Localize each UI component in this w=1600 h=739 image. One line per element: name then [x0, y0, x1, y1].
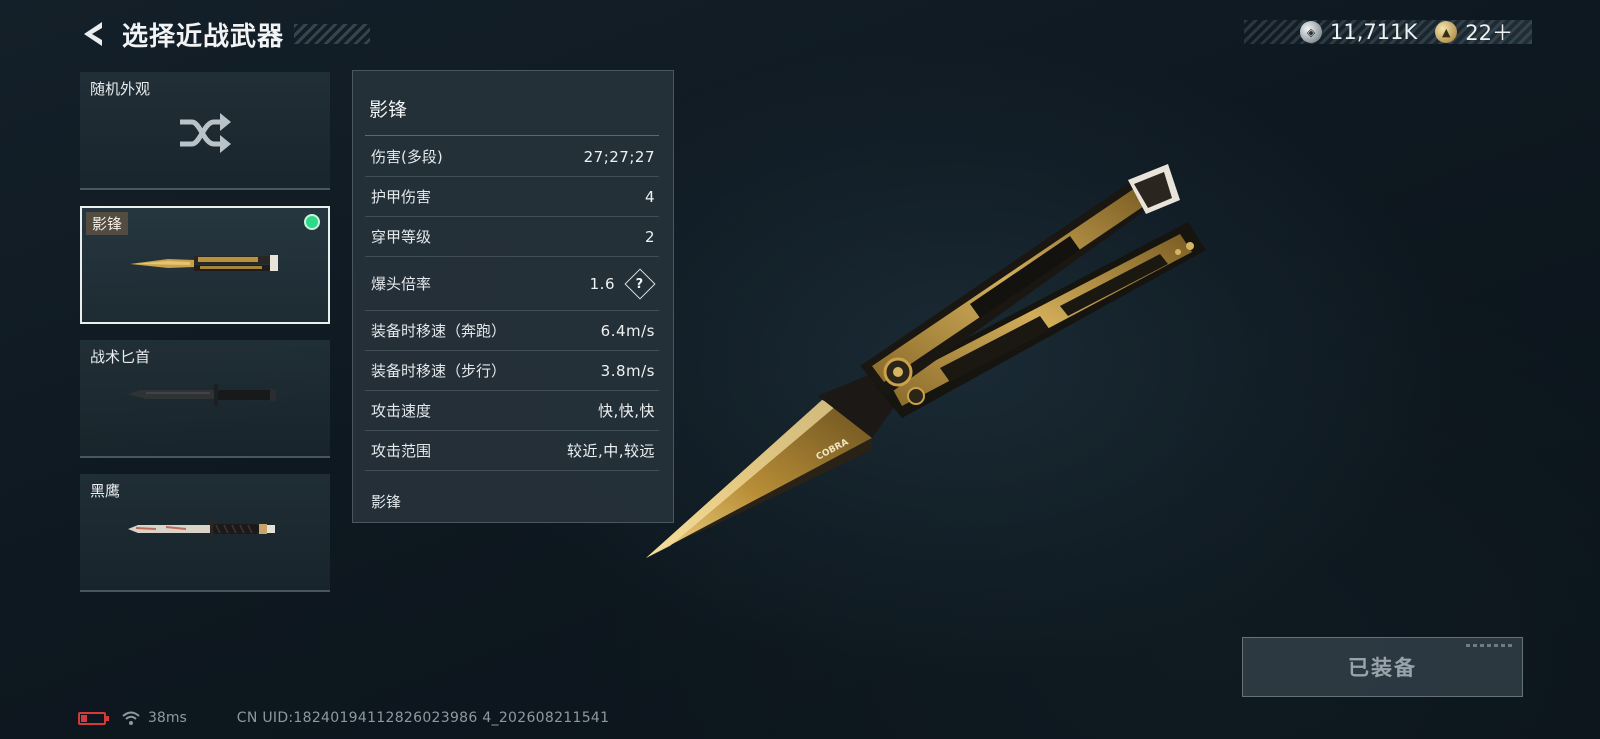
battery-low-icon	[78, 711, 109, 725]
weapon-card-tactical-dagger[interactable]: 战术匕首	[80, 340, 330, 458]
stat-label: 护甲伤害	[371, 188, 432, 206]
header: 选择近战武器	[78, 14, 371, 54]
weapon-skin-name: 影锋	[371, 493, 402, 511]
weapon-stats-panel: 影锋 伤害(多段) 27;27;27 护甲伤害 4 穿甲等级 2 爆头倍率 1.…	[352, 70, 674, 523]
stat-value: 1.6	[589, 274, 615, 293]
stat-row-walk-speed: 装备时移速（步行） 3.8m/s	[365, 351, 659, 391]
weapon-card-label: 随机外观	[90, 80, 151, 98]
weapon-card-label: 黑鹰	[90, 482, 121, 500]
stat-label: 装备时移速（步行）	[371, 362, 507, 380]
weapon-card-shadow-blade[interactable]: 影锋	[80, 206, 330, 324]
weapon-card-label: 影锋	[86, 212, 129, 235]
weapon-card-label: 战术匕首	[90, 348, 151, 366]
title-decoration	[294, 24, 371, 44]
shuffle-icon	[180, 113, 231, 153]
stat-label: 攻击范围	[371, 442, 432, 460]
stat-row-attack-range: 攻击范围 较近,中,较远	[365, 431, 659, 471]
silver-coin-icon: ◈	[1300, 21, 1322, 43]
stat-row-damage: 伤害(多段) 27;27;27	[365, 137, 659, 177]
stat-row-headshot: 爆头倍率 1.6 ?	[365, 257, 659, 311]
stat-row-penetration: 穿甲等级 2	[365, 217, 659, 257]
equipped-button-label: 已装备	[1348, 656, 1417, 680]
wifi-icon	[122, 711, 140, 725]
butterfly-knife-preview-icon: COBRA	[646, 164, 1206, 558]
user-uid: CN UID:18240194112826023986 4_2026082115…	[236, 710, 610, 726]
stat-row-attack-speed: 攻击速度 快,快,快	[365, 391, 659, 431]
gold-currency[interactable]: ▲ 22＋	[1435, 17, 1513, 47]
silver-currency-value: 11,711K	[1330, 20, 1418, 44]
back-button[interactable]	[78, 19, 108, 49]
ping-value: 38ms	[148, 710, 187, 726]
weapon-name: 影锋	[369, 99, 408, 121]
stat-row-run-speed: 装备时移速（奔跑） 6.4m/s	[365, 311, 659, 351]
gold-coin-icon: ▲	[1435, 21, 1458, 43]
stat-label: 伤害(多段)	[371, 148, 443, 166]
stat-label: 攻击速度	[371, 402, 432, 420]
black-hawk-knife-icon	[128, 520, 275, 538]
butterfly-knife-icon	[130, 255, 278, 271]
divider	[365, 135, 659, 136]
status-footer: 38ms CN UID:18240194112826023986 4_20260…	[78, 708, 609, 728]
back-arrow-icon	[84, 22, 102, 46]
page-title: 选择近战武器	[122, 21, 285, 52]
stat-label: 穿甲等级	[371, 228, 432, 246]
gold-currency-value: 22＋	[1465, 21, 1513, 45]
equipped-button[interactable]: 已装备	[1242, 637, 1523, 697]
weapon-card-random[interactable]: 随机外观	[80, 72, 330, 190]
silver-currency: ◈ 11,711K	[1300, 20, 1417, 44]
currency-bar: ◈ 11,711K ▲ 22＋	[1244, 17, 1532, 47]
stat-row-armor-damage: 护甲伤害 4	[365, 177, 659, 217]
stat-label: 装备时移速（奔跑）	[371, 322, 507, 340]
tactical-dagger-icon	[128, 384, 276, 406]
stat-label: 爆头倍率	[371, 275, 432, 293]
weapon-card-black-hawk[interactable]: 黑鹰	[80, 474, 330, 592]
equipped-indicator-icon	[304, 214, 320, 230]
button-decoration	[1466, 644, 1512, 647]
